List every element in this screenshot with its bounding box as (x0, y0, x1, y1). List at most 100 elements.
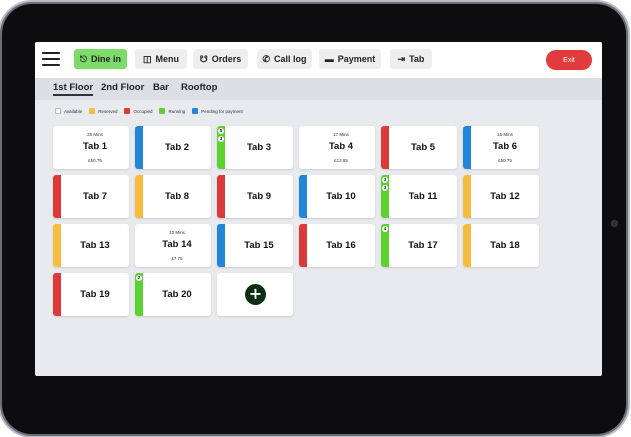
legend-swatch (192, 108, 199, 114)
legend-label: Running (168, 108, 186, 114)
order-count-badge: 5 (218, 128, 224, 134)
table-card[interactable]: Tab 9 (217, 175, 293, 218)
table-card[interactable]: Tab 10 (299, 175, 375, 218)
table-name: Tab 6 (492, 141, 518, 152)
table-name: Tab 20 (162, 289, 192, 300)
table-name: Tab 11 (408, 191, 438, 202)
top-navigation-bar: ⎋ Dine in ◫ Menu ☋ Orders ✆ Call log ▬ P… (35, 42, 602, 78)
table-name: Tab 5 (410, 142, 436, 153)
elapsed-time: 25 Mins (87, 132, 103, 137)
table-name: Tab 13 (80, 240, 110, 251)
dining-table-icon: ⎋ (79, 53, 88, 64)
table-name: Tab 4 (328, 141, 354, 152)
table-card[interactable]: Tab 16 (299, 224, 375, 267)
credit-card-icon: ▬ (324, 53, 334, 64)
menu-button[interactable]: ◫ Menu (135, 49, 187, 69)
table-card[interactable]: 25 Mins Tab 1 £50.75 (53, 126, 129, 169)
legend-swatch (124, 108, 131, 114)
floor-tabs-bar: 1st Floor 2nd Floor Bar Rooftop (35, 78, 602, 100)
table-name: Tab 7 (82, 191, 108, 202)
order-count-badge: 3 (218, 136, 224, 142)
orders-button[interactable]: ☋ Orders (193, 49, 248, 69)
status-stripe (53, 224, 61, 267)
tab-2nd-floor[interactable]: 2nd Floor (101, 82, 144, 93)
table-card[interactable]: 17 Mins Tab 4 £13.85 (299, 126, 375, 169)
exit-button[interactable]: Exit (546, 50, 592, 70)
table-card[interactable]: Tab 8 (135, 175, 211, 218)
legend-item: Running (159, 108, 185, 114)
menu-label: Menu (155, 54, 180, 64)
hamburger-menu-icon[interactable] (42, 52, 60, 66)
tab-icon: ⇥ (397, 53, 406, 64)
status-stripe (463, 175, 471, 218)
table-card[interactable]: Tab 12 (463, 175, 539, 218)
orders-label: Orders (211, 54, 242, 64)
book-icon: ◫ (142, 53, 152, 64)
tab-1st-floor[interactable]: 1st Floor (53, 82, 94, 96)
order-count-badge: 4 (382, 226, 388, 232)
table-name: Tab 10 (326, 191, 356, 202)
legend-swatch (159, 108, 166, 114)
legend-swatch (89, 108, 96, 114)
table-name: Tab 2 (164, 142, 190, 153)
tab-button[interactable]: ⇥ Tab (390, 49, 432, 69)
table-name: Tab 12 (490, 191, 520, 202)
table-card[interactable]: 10 Mins Tab 14 £7.75 (135, 224, 211, 267)
table-name: Tab 3 (246, 142, 272, 153)
bill-amount: £50.75 (498, 158, 512, 163)
table-card[interactable]: Tab 19 (53, 273, 129, 316)
phone-icon: ✆ (262, 53, 271, 64)
table-name: Tab 1 (82, 141, 108, 152)
payment-button[interactable]: ▬ Payment (319, 49, 381, 69)
status-legend: Available Reserved Occupied Running Pending … (55, 106, 245, 116)
legend-item: Occupied (124, 108, 152, 114)
table-name: Tab 8 (164, 191, 190, 202)
table-name: Tab 17 (408, 240, 438, 251)
status-stripe (217, 224, 225, 267)
app-screen: ⎋ Dine in ◫ Menu ☋ Orders ✆ Call log ▬ P… (35, 42, 602, 376)
legend-swatch (55, 108, 61, 114)
bill-amount: £50.75 (88, 158, 102, 163)
status-stripe (299, 224, 307, 267)
dine-in-label: Dine in (91, 54, 122, 64)
legend-label: Pending for payment (201, 108, 243, 114)
call-log-button[interactable]: ✆ Call log (257, 49, 312, 69)
status-stripe (135, 126, 143, 169)
basket-icon: ☋ (199, 53, 208, 64)
legend-label: Occupied (133, 108, 153, 114)
table-name: Tab 15 (244, 240, 274, 251)
elapsed-time: 10 Mins (169, 230, 185, 235)
order-count-badge: 3 (382, 185, 388, 191)
table-card[interactable]: Tab 2 (135, 126, 211, 169)
bill-amount: £13.85 (334, 158, 348, 163)
tab-bar[interactable]: Bar (153, 82, 169, 93)
status-stripe (53, 175, 61, 218)
legend-label: Available (64, 108, 83, 114)
status-stripe (135, 175, 143, 218)
status-stripe (381, 126, 389, 169)
dine-in-button[interactable]: ⎋ Dine in (74, 49, 127, 69)
add-table-button[interactable]: + (217, 273, 293, 316)
payment-label: Payment (337, 54, 376, 64)
table-card[interactable]: Tab 15 (217, 224, 293, 267)
tab-label: Tab (409, 54, 425, 64)
status-stripe (299, 175, 307, 218)
order-count-badge: 3 (382, 177, 388, 183)
tab-rooftop[interactable]: Rooftop (181, 82, 217, 93)
table-card[interactable]: 4 Tab 17 (381, 224, 457, 267)
table-name: Tab 18 (490, 240, 520, 251)
table-card[interactable]: Tab 13 (53, 224, 129, 267)
table-card[interactable]: 5 3 Tab 3 (217, 126, 293, 169)
table-card[interactable]: Tab 5 (381, 126, 457, 169)
bill-amount: £7.75 (171, 256, 183, 261)
table-card[interactable]: Tab 7 (53, 175, 129, 218)
call-log-label: Call log (274, 54, 307, 64)
table-card[interactable]: 15 Mins Tab 6 £50.75 (463, 126, 539, 169)
legend-label: Reserved (98, 108, 118, 114)
table-card[interactable]: Tab 18 (463, 224, 539, 267)
elapsed-time: 15 Mins (497, 132, 513, 137)
legend-item: Pending for payment (192, 108, 243, 114)
table-card[interactable]: 3 3 Tab 11 (381, 175, 457, 218)
legend-item: Available (55, 108, 82, 114)
table-card[interactable]: 2 Tab 20 (135, 273, 211, 316)
